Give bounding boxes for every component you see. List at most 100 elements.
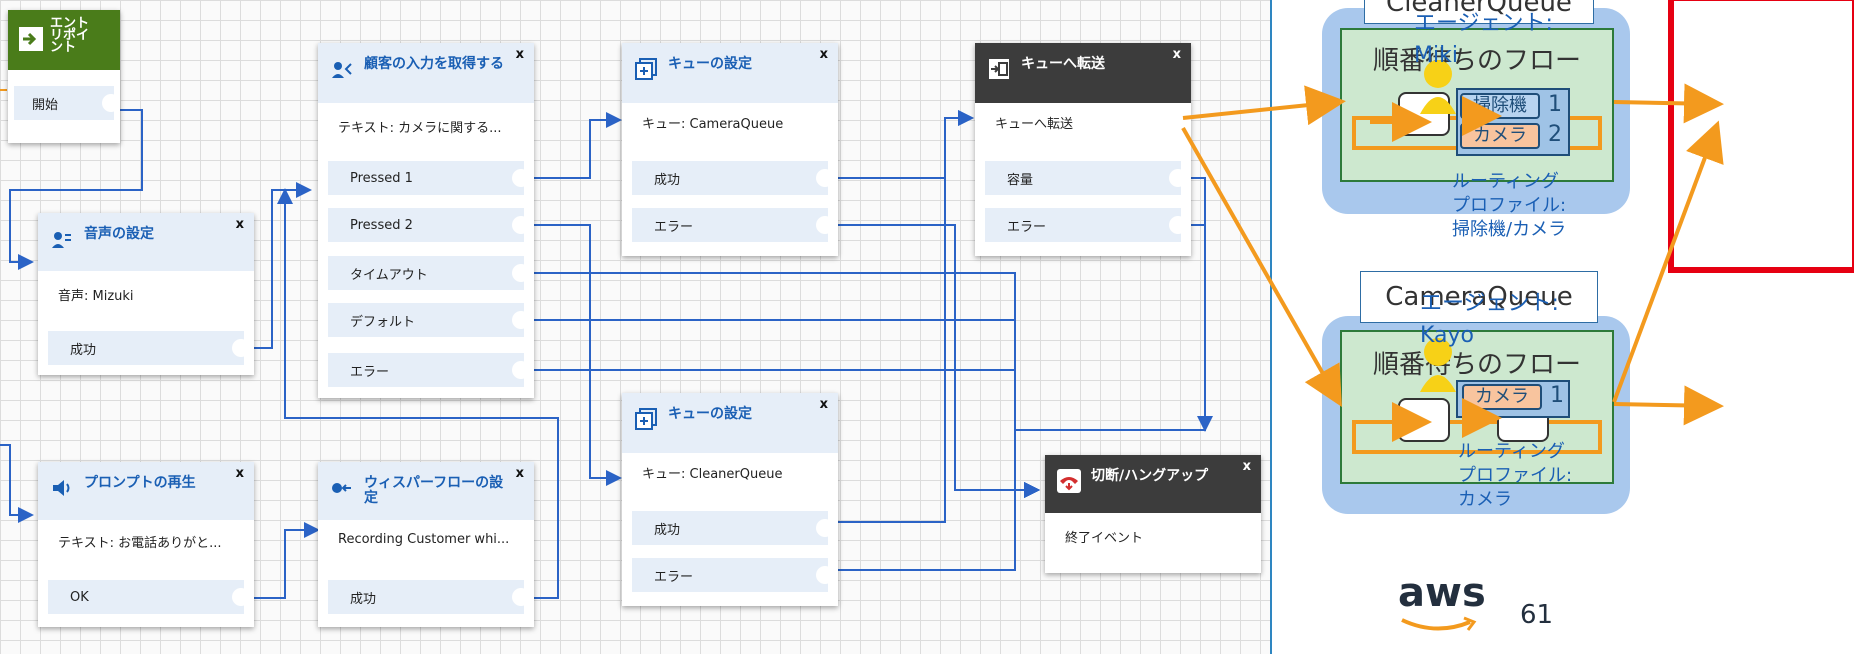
voice-success-branch[interactable]: 成功 — [48, 331, 250, 365]
branch-port[interactable] — [1169, 169, 1187, 187]
queue1-error-label: エラー — [654, 219, 694, 235]
transfer-capacity-branch[interactable]: 容量 — [985, 161, 1187, 195]
aws-smile-icon — [1401, 616, 1477, 631]
queue2-description: キュー: CleanerQueue — [642, 467, 783, 482]
skill-camera: カメラ — [1460, 123, 1540, 149]
hangup-block[interactable]: 切断/ハングアップ x 終了イベント — [1045, 455, 1261, 573]
speaker-icon — [50, 476, 74, 500]
prompt-ok-label: OK — [70, 589, 89, 605]
whisper-success-label: 成功 — [350, 591, 377, 607]
start-port[interactable] — [102, 94, 120, 112]
queue2-close-button[interactable]: x — [820, 397, 828, 412]
wire-queue1-error-to-hangup — [835, 224, 1040, 498]
input-icon — [330, 57, 354, 81]
hangup-close-button[interactable]: x — [1243, 459, 1251, 474]
wire-error-to-prompt — [0, 444, 34, 523]
voice-icon — [50, 227, 74, 251]
queue2-success-label: 成功 — [654, 522, 681, 538]
queue-icon — [634, 407, 658, 431]
aws-logo: aws — [1398, 570, 1486, 616]
transfer-header: キューへ転送 x — [975, 43, 1191, 103]
agent2-name: Kayo — [1420, 323, 1475, 348]
agent1-profile: ルーティング プロファイル: 掃除機/カメラ — [1452, 170, 1566, 242]
skill-camera: カメラ — [1462, 384, 1542, 410]
transfer-error-label: エラー — [1007, 219, 1047, 235]
prompt-close-button[interactable]: x — [236, 466, 244, 481]
branch-port[interactable] — [816, 519, 834, 537]
set-queue-cleaner-block[interactable]: キューの設定 x キュー: CleanerQueue 成功 エラー — [622, 393, 838, 606]
branch-port[interactable] — [816, 216, 834, 234]
input-description: テキスト: カメラに関する... — [338, 121, 502, 136]
whisper-icon — [330, 476, 354, 500]
voice-settings-block[interactable]: 音声の設定 x 音声: Mizuki 成功 — [38, 213, 254, 375]
queue2-error-branch[interactable]: エラー — [632, 558, 834, 592]
transfer-close-button[interactable]: x — [1173, 47, 1181, 62]
voice-header: 音声の設定 x — [38, 213, 254, 271]
branch-port[interactable] — [816, 169, 834, 187]
hangup-description: 終了イベント — [1065, 531, 1144, 546]
profile-line: プロファイル: — [1458, 465, 1573, 486]
whisper-header: ウィスパーフローの設定 x — [318, 462, 534, 520]
wire-queue2-error-to-hangup — [835, 482, 1040, 571]
set-queue-camera-block[interactable]: キューの設定 x キュー: CameraQueue 成功 エラー — [622, 43, 838, 256]
entry-start-branch[interactable]: 開始 — [14, 86, 120, 120]
wire-pressed2-to-queue2 — [530, 224, 622, 486]
queue1-success-label: 成功 — [654, 172, 681, 188]
queue1-title: キューの設定 — [668, 56, 752, 72]
branch-default[interactable]: デフォルト — [328, 303, 530, 337]
voice-close-button[interactable]: x — [236, 217, 244, 232]
branch-pressed-2[interactable]: Pressed 2 — [328, 208, 530, 242]
wire-ok-to-whisper — [250, 522, 320, 599]
branch-port[interactable] — [512, 264, 530, 282]
queue2-header: キューの設定 x — [622, 393, 838, 453]
branch-port[interactable] — [232, 588, 250, 606]
prompt-description: テキスト: お電話ありがと... — [58, 536, 222, 551]
agent2-label: エージェント: — [1420, 291, 1559, 316]
branch-pressed-1[interactable]: Pressed 1 — [328, 161, 530, 195]
whisper-success-branch[interactable]: 成功 — [328, 580, 530, 614]
entry-point-header: エントリポイント — [8, 10, 120, 70]
transfer-icon — [987, 57, 1011, 81]
queue1-description: キュー: CameraQueue — [642, 117, 784, 132]
skill-level: 1 — [1548, 92, 1562, 117]
voice-title: 音声の設定 — [84, 226, 154, 242]
skill-cleaner: 掃除機 — [1460, 93, 1540, 119]
voice-description: 音声: Mizuki — [58, 289, 134, 304]
get-input-block[interactable]: 顧客の入力を取得する x テキスト: カメラに関する... Pressed 1 … — [318, 43, 534, 398]
branch-port[interactable] — [512, 169, 530, 187]
whisper-close-button[interactable]: x — [516, 466, 524, 481]
queue1-close-button[interactable]: x — [820, 47, 828, 62]
branch-label: Pressed 1 — [350, 170, 413, 186]
entry-point-block[interactable]: エントリポイント 開始 — [8, 10, 120, 143]
play-prompt-block[interactable]: プロンプトの再生 x テキスト: お電話ありがと... OK — [38, 462, 254, 627]
branch-port[interactable] — [816, 566, 834, 584]
branch-port[interactable] — [512, 361, 530, 379]
queue2-success-branch[interactable]: 成功 — [632, 511, 834, 545]
branch-label: Pressed 2 — [350, 217, 413, 233]
queue1-error-branch[interactable]: エラー — [632, 208, 834, 242]
transfer-title: キューへ転送 — [1021, 56, 1105, 72]
agent-highlight-frame — [1668, 0, 1854, 273]
hangup-header: 切断/ハングアップ x — [1045, 455, 1261, 513]
branch-port[interactable] — [512, 216, 530, 234]
branch-port[interactable] — [512, 588, 530, 606]
whisper-flow-block[interactable]: ウィスパーフローの設定 x Recording Customer whi... … — [318, 462, 534, 627]
transfer-error-branch[interactable]: エラー — [985, 208, 1187, 242]
branch-timeout[interactable]: タイムアウト — [328, 256, 530, 290]
hangup-icon — [1057, 469, 1081, 493]
transfer-description: キューへ転送 — [995, 117, 1074, 132]
transfer-to-queue-block[interactable]: キューへ転送 x キューへ転送 容量 エラー — [975, 43, 1191, 256]
queue1-success-branch[interactable]: 成功 — [632, 161, 834, 195]
agent1-name: Miki — [1414, 43, 1458, 68]
branch-port[interactable] — [1169, 216, 1187, 234]
prompt-title: プロンプトの再生 — [84, 475, 196, 491]
branch-port[interactable] — [512, 311, 530, 329]
branch-error[interactable]: エラー — [328, 353, 530, 387]
profile-line: プロファイル: — [1452, 195, 1567, 216]
voice-success-port[interactable] — [232, 339, 250, 357]
flow-canvas[interactable]: エントリポイント 開始 音声の設定 x 音声: Mizuki 成功 顧客の入力を… — [0, 0, 1270, 654]
capacity-label: 容量 — [1007, 172, 1034, 188]
profile-line: ルーティング — [1458, 441, 1565, 462]
input-close-button[interactable]: x — [516, 47, 524, 62]
prompt-ok-branch[interactable]: OK — [48, 580, 250, 614]
